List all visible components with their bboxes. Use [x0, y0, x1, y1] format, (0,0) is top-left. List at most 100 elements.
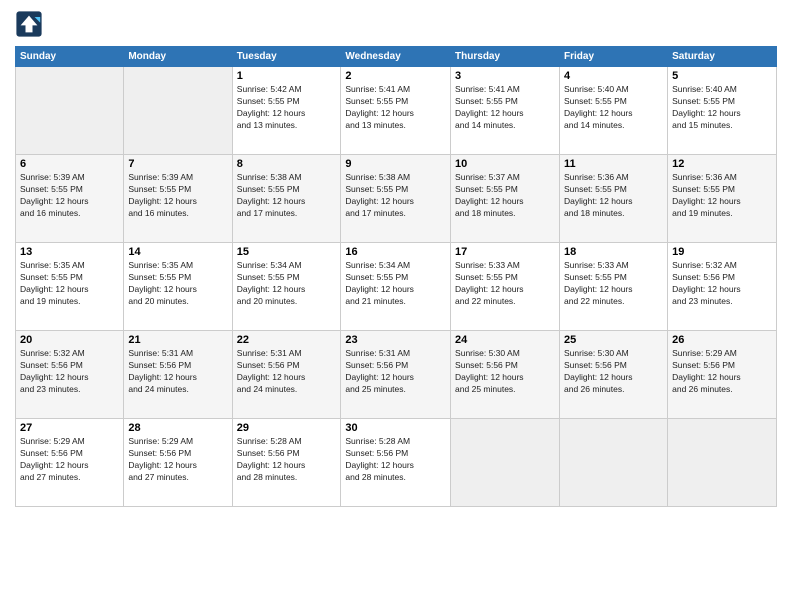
calendar-cell: 20Sunrise: 5:32 AM Sunset: 5:56 PM Dayli… [16, 331, 124, 419]
day-info: Sunrise: 5:31 AM Sunset: 5:56 PM Dayligh… [345, 348, 446, 396]
day-info: Sunrise: 5:28 AM Sunset: 5:56 PM Dayligh… [237, 436, 337, 484]
day-number: 10 [455, 158, 555, 170]
week-row-5: 27Sunrise: 5:29 AM Sunset: 5:56 PM Dayli… [16, 419, 777, 507]
day-info: Sunrise: 5:32 AM Sunset: 5:56 PM Dayligh… [672, 260, 772, 308]
day-info: Sunrise: 5:39 AM Sunset: 5:55 PM Dayligh… [128, 172, 227, 220]
day-info: Sunrise: 5:42 AM Sunset: 5:55 PM Dayligh… [237, 84, 337, 132]
day-info: Sunrise: 5:35 AM Sunset: 5:55 PM Dayligh… [128, 260, 227, 308]
calendar-cell: 16 Sunrise: 5:34 AM Sunset: 5:55 PM Dayli… [341, 243, 451, 331]
calendar-cell: 3 Sunrise: 5:41 AM Sunset: 5:55 PM Daylig… [451, 67, 560, 155]
calendar-cell: 29 Sunrise: 5:28 AM Sunset: 5:56 PM Dayli… [232, 419, 341, 507]
day-number: 7 [128, 158, 227, 170]
day-info: Sunrise: 5:38 AM Sunset: 5:55 PM Dayligh… [237, 172, 337, 220]
col-header-wednesday: Wednesday [341, 47, 451, 67]
day-info: Sunrise: 5:33 AM Sunset: 5:55 PM Dayligh… [564, 260, 663, 308]
day-info: Sunrise: 5:41 AM Sunset: 5:55 PM Dayligh… [345, 84, 446, 132]
day-number: 3 [455, 70, 555, 82]
day-number: 29 [237, 422, 337, 434]
calendar-cell: 5Sunrise: 5:40 AM Sunset: 5:55 PM Daylig… [668, 67, 777, 155]
day-info: Sunrise: 5:38 AM Sunset: 5:55 PM Dayligh… [345, 172, 446, 220]
calendar-cell: 9Sunrise: 5:38 AM Sunset: 5:55 PM Daylig… [341, 155, 451, 243]
calendar-cell [451, 419, 560, 507]
day-number: 23 [345, 334, 446, 346]
day-number: 20 [20, 334, 119, 346]
calendar-cell: 8Sunrise: 5:38 AM Sunset: 5:55 PM Daylig… [232, 155, 341, 243]
day-info: Sunrise: 5:31 AM Sunset: 5:56 PM Dayligh… [237, 348, 337, 396]
calendar-cell: 7 Sunrise: 5:39 AM Sunset: 5:55 PM Daylig… [124, 155, 232, 243]
day-number: 12 [672, 158, 772, 170]
calendar-cell: 14 Sunrise: 5:35 AM Sunset: 5:55 PM Dayli… [124, 243, 232, 331]
calendar-cell [668, 419, 777, 507]
calendar-cell: 24Sunrise: 5:30 AM Sunset: 5:56 PM Dayli… [451, 331, 560, 419]
logo [15, 10, 47, 38]
day-number: 25 [564, 334, 663, 346]
calendar-cell: 1 Sunrise: 5:42 AM Sunset: 5:55 PM Daylig… [232, 67, 341, 155]
page: SundayMondayTuesdayWednesdayThursdayFrid… [0, 0, 792, 612]
day-info: Sunrise: 5:29 AM Sunset: 5:56 PM Dayligh… [672, 348, 772, 396]
day-number: 1 [237, 70, 337, 82]
calendar-cell: 26 Sunrise: 5:29 AM Sunset: 5:56 PM Dayli… [668, 331, 777, 419]
calendar-table: SundayMondayTuesdayWednesdayThursdayFrid… [15, 46, 777, 507]
calendar-cell: 30 Sunrise: 5:28 AM Sunset: 5:56 PM Dayli… [341, 419, 451, 507]
day-info: Sunrise: 5:29 AM Sunset: 5:56 PM Dayligh… [128, 436, 227, 484]
calendar-cell: 22 Sunrise: 5:31 AM Sunset: 5:56 PM Dayli… [232, 331, 341, 419]
week-row-1: 1 Sunrise: 5:42 AM Sunset: 5:55 PM Daylig… [16, 67, 777, 155]
day-info: Sunrise: 5:33 AM Sunset: 5:55 PM Dayligh… [455, 260, 555, 308]
day-number: 15 [237, 246, 337, 258]
week-row-2: 6 Sunrise: 5:39 AM Sunset: 5:55 PM Daylig… [16, 155, 777, 243]
calendar-cell: 28Sunrise: 5:29 AM Sunset: 5:56 PM Dayli… [124, 419, 232, 507]
day-info: Sunrise: 5:30 AM Sunset: 5:56 PM Dayligh… [455, 348, 555, 396]
day-info: Sunrise: 5:31 AM Sunset: 5:56 PM Dayligh… [128, 348, 227, 396]
col-header-saturday: Saturday [668, 47, 777, 67]
col-header-monday: Monday [124, 47, 232, 67]
day-number: 2 [345, 70, 446, 82]
day-number: 14 [128, 246, 227, 258]
day-number: 13 [20, 246, 119, 258]
day-info: Sunrise: 5:34 AM Sunset: 5:55 PM Dayligh… [237, 260, 337, 308]
header [15, 10, 777, 38]
calendar-cell: 10 Sunrise: 5:37 AM Sunset: 5:55 PM Dayli… [451, 155, 560, 243]
day-info: Sunrise: 5:35 AM Sunset: 5:55 PM Dayligh… [20, 260, 119, 308]
day-info: Sunrise: 5:28 AM Sunset: 5:56 PM Dayligh… [345, 436, 446, 484]
calendar-cell [16, 67, 124, 155]
col-header-thursday: Thursday [451, 47, 560, 67]
day-info: Sunrise: 5:41 AM Sunset: 5:55 PM Dayligh… [455, 84, 555, 132]
day-number: 18 [564, 246, 663, 258]
col-header-tuesday: Tuesday [232, 47, 341, 67]
day-number: 16 [345, 246, 446, 258]
day-info: Sunrise: 5:39 AM Sunset: 5:55 PM Dayligh… [20, 172, 119, 220]
day-number: 17 [455, 246, 555, 258]
logo-icon [15, 10, 43, 38]
day-number: 22 [237, 334, 337, 346]
week-row-3: 13 Sunrise: 5:35 AM Sunset: 5:55 PM Dayli… [16, 243, 777, 331]
calendar-cell: 12 Sunrise: 5:36 AM Sunset: 5:55 PM Dayli… [668, 155, 777, 243]
day-number: 26 [672, 334, 772, 346]
day-number: 21 [128, 334, 227, 346]
week-row-4: 20Sunrise: 5:32 AM Sunset: 5:56 PM Dayli… [16, 331, 777, 419]
calendar-cell: 11 Sunrise: 5:36 AM Sunset: 5:55 PM Dayli… [560, 155, 668, 243]
day-info: Sunrise: 5:30 AM Sunset: 5:56 PM Dayligh… [564, 348, 663, 396]
calendar-cell: 2 Sunrise: 5:41 AM Sunset: 5:55 PM Daylig… [341, 67, 451, 155]
calendar-cell [124, 67, 232, 155]
calendar-cell: 21 Sunrise: 5:31 AM Sunset: 5:56 PM Dayli… [124, 331, 232, 419]
day-number: 30 [345, 422, 446, 434]
calendar-cell: 27Sunrise: 5:29 AM Sunset: 5:56 PM Dayli… [16, 419, 124, 507]
day-info: Sunrise: 5:36 AM Sunset: 5:55 PM Dayligh… [564, 172, 663, 220]
calendar-cell: 13 Sunrise: 5:35 AM Sunset: 5:55 PM Dayli… [16, 243, 124, 331]
day-info: Sunrise: 5:40 AM Sunset: 5:55 PM Dayligh… [672, 84, 772, 132]
calendar-header-row: SundayMondayTuesdayWednesdayThursdayFrid… [16, 47, 777, 67]
calendar-cell: 17 Sunrise: 5:33 AM Sunset: 5:55 PM Dayli… [451, 243, 560, 331]
col-header-sunday: Sunday [16, 47, 124, 67]
day-info: Sunrise: 5:36 AM Sunset: 5:55 PM Dayligh… [672, 172, 772, 220]
day-number: 11 [564, 158, 663, 170]
day-info: Sunrise: 5:37 AM Sunset: 5:55 PM Dayligh… [455, 172, 555, 220]
calendar-cell: 25 Sunrise: 5:30 AM Sunset: 5:56 PM Dayli… [560, 331, 668, 419]
day-number: 19 [672, 246, 772, 258]
calendar-cell [560, 419, 668, 507]
calendar-cell: 15 Sunrise: 5:34 AM Sunset: 5:55 PM Dayli… [232, 243, 341, 331]
day-number: 6 [20, 158, 119, 170]
day-info: Sunrise: 5:34 AM Sunset: 5:55 PM Dayligh… [345, 260, 446, 308]
day-number: 4 [564, 70, 663, 82]
col-header-friday: Friday [560, 47, 668, 67]
day-info: Sunrise: 5:29 AM Sunset: 5:56 PM Dayligh… [20, 436, 119, 484]
